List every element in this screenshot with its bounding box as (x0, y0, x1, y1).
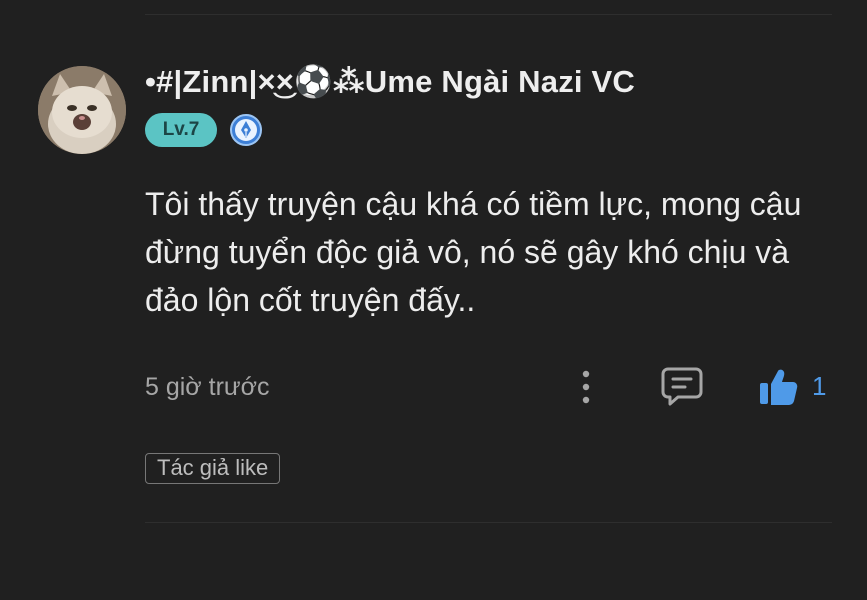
comment-username[interactable]: •#|Zinn|×͜×⚽⁂Ume Ngài Nazi VC (145, 63, 635, 100)
comment-timestamp: 5 giờ trước (145, 373, 270, 401)
like-button[interactable]: 1 (758, 364, 826, 408)
thumbs-up-icon (760, 369, 798, 405)
top-divider (145, 14, 832, 15)
like-count: 1 (812, 370, 827, 401)
avatar[interactable] (38, 66, 126, 154)
reply-button[interactable] (660, 364, 704, 408)
comment-text: Tôi thấy truyện cậu khá có tiềm lực, mon… (145, 186, 802, 318)
bottom-divider (145, 522, 832, 523)
level-badge: Lv.7 (145, 113, 217, 147)
more-vertical-icon[interactable] (573, 368, 599, 406)
pen-nib-icon (230, 114, 262, 146)
chat-bubble-icon (661, 367, 703, 406)
cat-avatar-icon (38, 66, 126, 154)
author-like-tag: Tác giả like (145, 453, 281, 484)
